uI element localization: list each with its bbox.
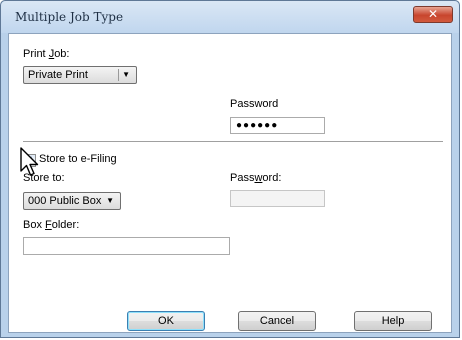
box-folder-field[interactable] [23,237,230,255]
cancel-button[interactable]: Cancel [238,311,316,331]
ok-button[interactable]: OK [127,311,205,331]
section-divider [23,141,443,143]
password-field[interactable]: ●●●●●● [230,117,325,134]
help-button[interactable]: Help [354,311,432,331]
print-job-select[interactable]: Private Print ▼ [23,66,137,84]
dialog-title: Multiple Job Type [15,10,124,24]
print-job-selected-value: Private Print [28,69,88,81]
store-to-selected-value: 000 Public Box [28,195,102,207]
store-efiling-label[interactable]: Store to e-Filing [39,153,117,165]
print-job-label: Print Job: [23,48,70,60]
chevron-down-icon: ▼ [106,196,114,205]
dialog-content: Print Job: Private Print ▼ Password ●●●●… [8,33,452,333]
close-icon: ✕ [427,7,439,21]
title-bar[interactable]: Multiple Job Type ✕ [1,1,459,33]
efiling-password-field[interactable] [230,190,325,207]
store-to-select[interactable]: 000 Public Box ▼ [23,192,121,210]
chevron-down-icon: ▼ [122,70,130,79]
close-button[interactable]: ✕ [413,6,453,23]
efiling-password-label: Password: [230,172,282,184]
mouse-cursor-icon [20,147,39,176]
dialog-window: Multiple Job Type ✕ Print Job: Private P… [0,0,460,338]
box-folder-label: Box Folder: [23,219,80,231]
password-label: Password [230,98,279,110]
